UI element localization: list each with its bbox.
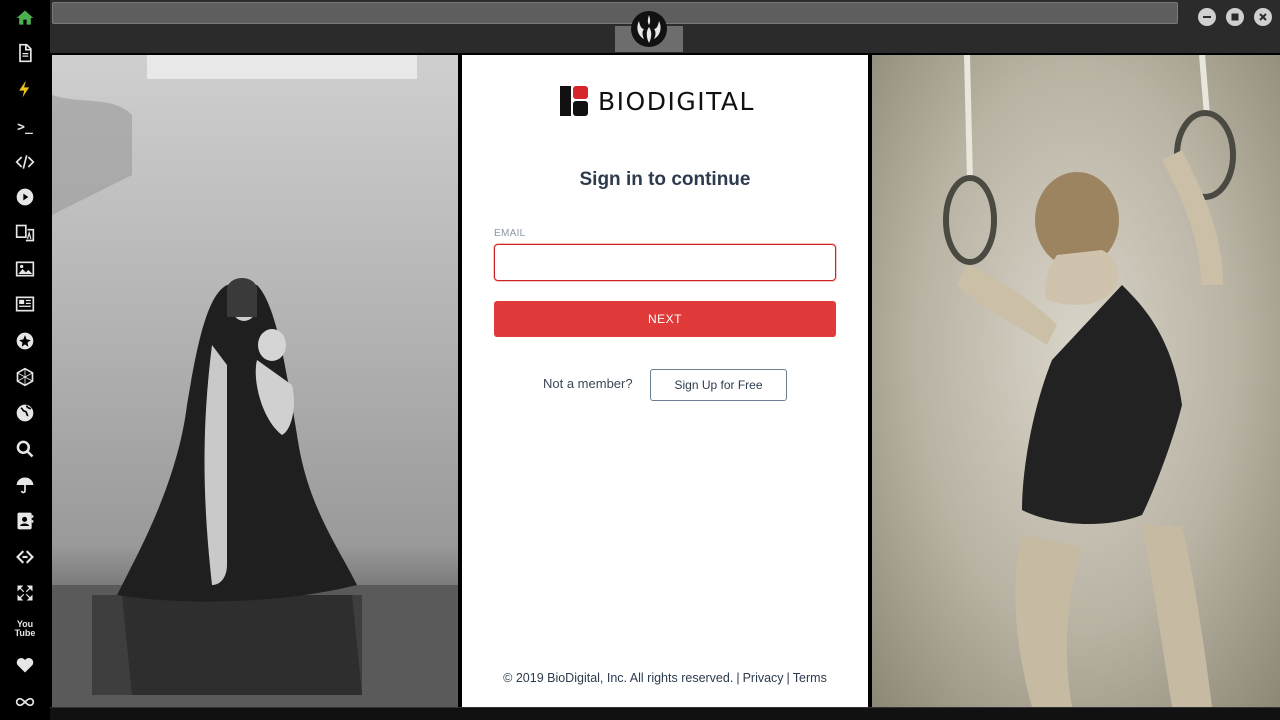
biodigital-logo-icon — [560, 86, 588, 116]
umbrella-icon[interactable] — [12, 472, 38, 498]
link-icon[interactable] — [12, 544, 38, 570]
login-panel: BIODIGITAL Sign in to continue EMAIL NEX… — [462, 55, 868, 707]
infinity-icon[interactable] — [12, 689, 38, 715]
content-area: BIODIGITAL Sign in to continue EMAIL NEX… — [50, 53, 1280, 707]
brand-name: BIODIGITAL — [598, 86, 755, 116]
right-background-photo — [872, 55, 1280, 707]
footer-divider: | — [786, 671, 790, 685]
left-background-photo — [52, 55, 458, 707]
image-icon[interactable] — [12, 256, 38, 282]
youtube-icon[interactable]: You Tube — [12, 616, 38, 642]
footer-divider: | — [736, 671, 740, 685]
code-icon[interactable] — [12, 149, 38, 175]
play-icon[interactable] — [12, 184, 38, 210]
close-icon — [1259, 13, 1267, 21]
signup-button[interactable]: Sign Up for Free — [650, 369, 787, 401]
newspaper-icon[interactable] — [12, 291, 38, 317]
hexagon-icon[interactable] — [12, 364, 38, 390]
app-sidebar: >_ You Tube — [0, 0, 50, 720]
expand-icon[interactable] — [12, 580, 38, 606]
gymnast-rings-photo — [943, 55, 1236, 707]
not-member-text: Not a member? — [543, 376, 633, 391]
status-bar — [50, 707, 1280, 720]
copyright-text: © 2019 BioDigital, Inc. All rights reser… — [503, 671, 734, 685]
page-title: Sign in to continue — [579, 169, 751, 190]
youtube-glyph-bottom: Tube — [14, 628, 36, 638]
minimize-icon — [1203, 16, 1211, 18]
terminal-glyph: >_ — [17, 119, 33, 135]
rebel-icon[interactable] — [12, 328, 38, 354]
privacy-link[interactable]: Privacy — [743, 671, 784, 685]
address-bar[interactable] — [52, 2, 1178, 24]
address-book-icon[interactable] — [12, 508, 38, 534]
globe-icon[interactable] — [12, 400, 38, 426]
brand-logo: BIODIGITAL — [560, 86, 755, 116]
window-titlebar — [50, 0, 1280, 53]
maximize-icon — [1231, 13, 1239, 21]
terminal-icon[interactable]: >_ — [12, 114, 38, 140]
maximize-button[interactable] — [1226, 8, 1244, 26]
email-field[interactable] — [494, 244, 836, 281]
home-icon[interactable] — [12, 5, 38, 31]
email-label: EMAIL — [494, 228, 526, 239]
document-icon[interactable] — [12, 40, 38, 66]
close-button[interactable] — [1254, 8, 1272, 26]
footer: © 2019 BioDigital, Inc. All rights reser… — [462, 671, 868, 685]
heart-icon[interactable] — [12, 652, 38, 678]
translate-icon[interactable] — [12, 220, 38, 246]
next-button[interactable]: NEXT — [494, 301, 836, 337]
search-icon[interactable] — [12, 436, 38, 462]
bolt-icon[interactable] — [12, 76, 38, 102]
minimize-button[interactable] — [1198, 8, 1216, 26]
rebel-alliance-icon — [631, 11, 667, 47]
mother-child-photo — [52, 55, 458, 707]
terms-link[interactable]: Terms — [793, 671, 827, 685]
